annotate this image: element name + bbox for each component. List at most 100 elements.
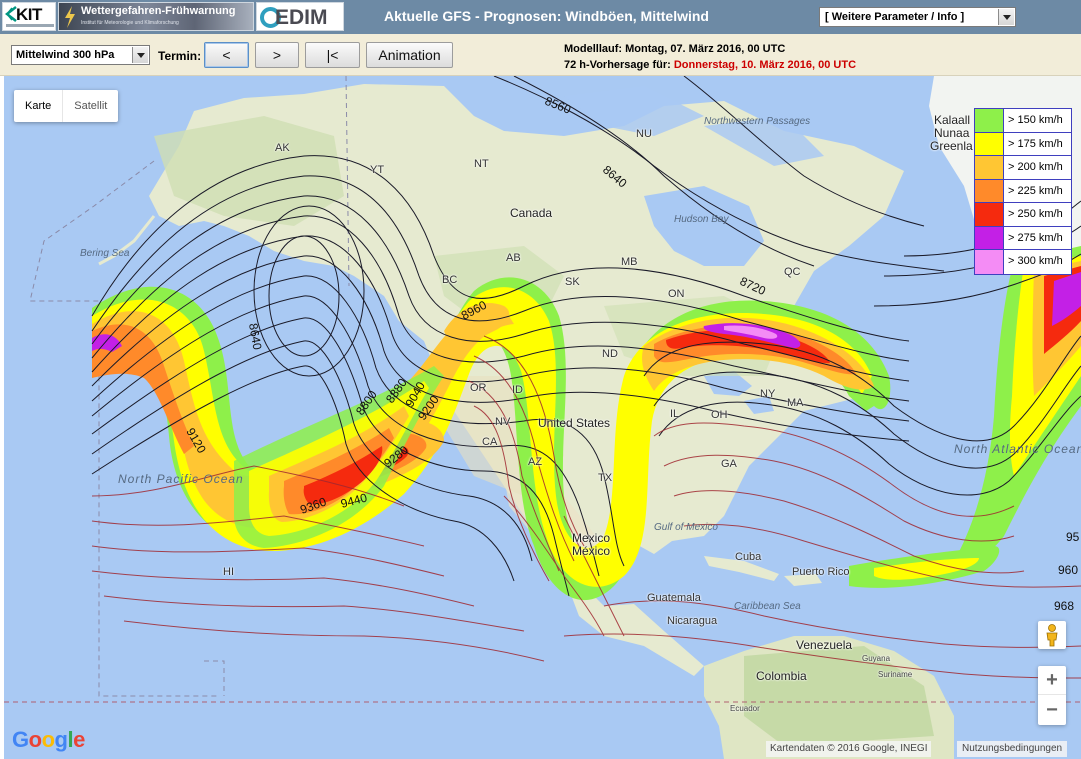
zoom-control: + − bbox=[1038, 666, 1066, 725]
label-puerto-rico: Puerto Rico bbox=[792, 566, 850, 578]
label-nwt: NT bbox=[474, 158, 489, 170]
label-il: IL bbox=[670, 408, 680, 420]
legend-label: > 175 km/h bbox=[1008, 137, 1063, 150]
label-united-states: United States bbox=[538, 416, 611, 430]
contour-label: 960 bbox=[1058, 563, 1078, 577]
wind-speed-legend: > 150 km/h > 175 km/h > 200 km/h > 225 km/h… bbox=[974, 108, 1072, 275]
label-guyana: Guyana bbox=[862, 654, 891, 663]
label-oh: OH bbox=[711, 409, 728, 421]
legend-swatch bbox=[975, 250, 1004, 274]
label-suriname: Suriname bbox=[878, 670, 913, 679]
label-mexico-native: México bbox=[572, 544, 611, 558]
previous-button[interactable]: < bbox=[204, 42, 249, 68]
label-mb: MB bbox=[621, 256, 638, 268]
cedim-logo[interactable]: EDIM bbox=[256, 2, 344, 31]
label-caribbean-sea: Caribbean Sea bbox=[734, 601, 801, 612]
legend-label: > 300 km/h bbox=[1008, 255, 1063, 267]
label-northwestern-passages: Northwestern Passages bbox=[704, 116, 811, 127]
chevron-down-icon[interactable] bbox=[998, 9, 1014, 25]
label-kalaallit: Kalaall bbox=[934, 113, 971, 127]
label-north-atlantic-ocean: North Atlantic Ocean bbox=[954, 442, 1081, 456]
legend-row: > 225 km/h bbox=[975, 179, 1071, 203]
legend-row: > 175 km/h bbox=[975, 132, 1071, 156]
map-type-satellite-button[interactable]: Satellit bbox=[62, 90, 118, 122]
label-nicaragua: Nicaragua bbox=[667, 615, 718, 627]
street-view-pegman[interactable] bbox=[1038, 621, 1066, 649]
label-greenland: Greenla bbox=[930, 139, 973, 153]
terms-link[interactable]: Nutzungsbedingungen bbox=[957, 741, 1068, 757]
label-az: AZ bbox=[528, 456, 543, 468]
first-button[interactable]: |< bbox=[305, 42, 360, 68]
pegman-icon bbox=[1046, 624, 1058, 647]
termin-label: Termin: bbox=[158, 49, 202, 63]
google-logo-letter: G bbox=[12, 727, 29, 752]
google-logo-letter: o bbox=[28, 727, 42, 752]
warning-logo-subtitle: Institut für Meteorologie und Klimaforsc… bbox=[81, 20, 179, 26]
label-alaska: AK bbox=[275, 142, 290, 154]
contour-label: 95 bbox=[1066, 530, 1080, 544]
zoom-out-button[interactable]: − bbox=[1038, 696, 1066, 725]
label-ca: CA bbox=[482, 436, 498, 448]
label-venezuela: Venezuela bbox=[796, 638, 853, 652]
map-canvas[interactable]: 8560 8640 8720 8640 8800 8880 8960 9040 … bbox=[4, 76, 1081, 759]
kit-logo[interactable]: KIT bbox=[2, 2, 56, 31]
animation-button[interactable]: Animation bbox=[366, 42, 453, 68]
contour-label: 968 bbox=[1054, 599, 1074, 613]
forecast-date: Donnerstag, 10. März 2016, 00 UTC bbox=[673, 59, 857, 71]
label-nunavut: NU bbox=[636, 128, 652, 140]
header-bar: KIT Wettergefahren-Frühwarnung Institut … bbox=[0, 0, 1081, 34]
legend-row: > 275 km/h bbox=[975, 226, 1071, 250]
map-attribution: Kartendaten © 2016 Google, INEGI bbox=[766, 741, 932, 757]
label-ny: NY bbox=[760, 388, 776, 400]
label-bering-sea: Bering Sea bbox=[80, 248, 130, 259]
legend-swatch bbox=[975, 132, 1004, 155]
warning-logo[interactable]: Wettergefahren-Frühwarnung Institut für … bbox=[58, 2, 254, 31]
chevron-down-icon[interactable] bbox=[132, 47, 148, 63]
cedim-logo-text: EDIM bbox=[275, 6, 328, 29]
label-nunaat: Nunaa bbox=[934, 126, 970, 140]
legend-label: > 150 km/h bbox=[1008, 114, 1063, 126]
legend-swatch bbox=[975, 156, 1004, 179]
label-nv: NV bbox=[495, 416, 511, 428]
map-type-toggle: Karte Satellit bbox=[14, 90, 119, 122]
contour-label: 8640 bbox=[246, 322, 264, 351]
parameter-select-value: [ Weitere Parameter / Info ] bbox=[825, 11, 965, 23]
kit-logo-subline bbox=[6, 24, 54, 27]
label-tx: TX bbox=[598, 472, 613, 484]
legend-row: > 150 km/h bbox=[975, 109, 1071, 133]
label-bc: BC bbox=[442, 274, 458, 286]
level-select[interactable]: Mittelwind 300 hPa bbox=[11, 45, 150, 65]
forecast-text: 72 h-Vorhersage für: Donnerstag, 10. Mär… bbox=[564, 59, 856, 71]
label-on: ON bbox=[668, 288, 685, 300]
legend-label: > 250 km/h bbox=[1008, 208, 1063, 220]
parameter-select[interactable]: [ Weitere Parameter / Info ] bbox=[819, 7, 1016, 27]
label-qc: QC bbox=[784, 266, 801, 278]
kit-logo-text: KIT bbox=[16, 5, 42, 24]
label-ab: AB bbox=[506, 252, 521, 264]
map-type-map-button[interactable]: Karte bbox=[14, 90, 62, 122]
label-guatemala: Guatemala bbox=[647, 592, 701, 604]
label-north-pacific-ocean: North Pacific Ocean bbox=[118, 472, 244, 486]
label-sk: SK bbox=[565, 276, 580, 288]
legend-swatch bbox=[975, 179, 1004, 202]
next-button[interactable]: > bbox=[255, 42, 299, 68]
label-colombia: Colombia bbox=[756, 669, 807, 683]
label-nd: ND bbox=[602, 348, 618, 360]
legend-row: > 300 km/h bbox=[975, 250, 1071, 274]
legend-swatch bbox=[975, 203, 1004, 226]
google-logo-letter: o bbox=[41, 727, 55, 752]
lightning-icon bbox=[65, 6, 75, 28]
zoom-in-button[interactable]: + bbox=[1038, 666, 1066, 695]
google-logo[interactable]: Google bbox=[12, 727, 85, 753]
toolbar: Mittelwind 300 hPa Termin: < > |< Animat… bbox=[0, 34, 1081, 76]
legend-swatch bbox=[975, 109, 1004, 132]
warning-logo-title: Wettergefahren-Frühwarnung bbox=[81, 5, 236, 17]
forecast-prefix: 72 h-Vorhersage für: bbox=[564, 59, 671, 71]
legend-row: > 250 km/h bbox=[975, 203, 1071, 227]
label-ga: GA bbox=[721, 458, 737, 470]
legend-label: > 275 km/h bbox=[1008, 231, 1063, 244]
legend-swatch bbox=[975, 226, 1004, 249]
label-gulf-of-mexico: Gulf of Mexico bbox=[654, 522, 718, 533]
label-ma: MA bbox=[787, 397, 804, 409]
google-logo-letter: g bbox=[54, 727, 68, 752]
